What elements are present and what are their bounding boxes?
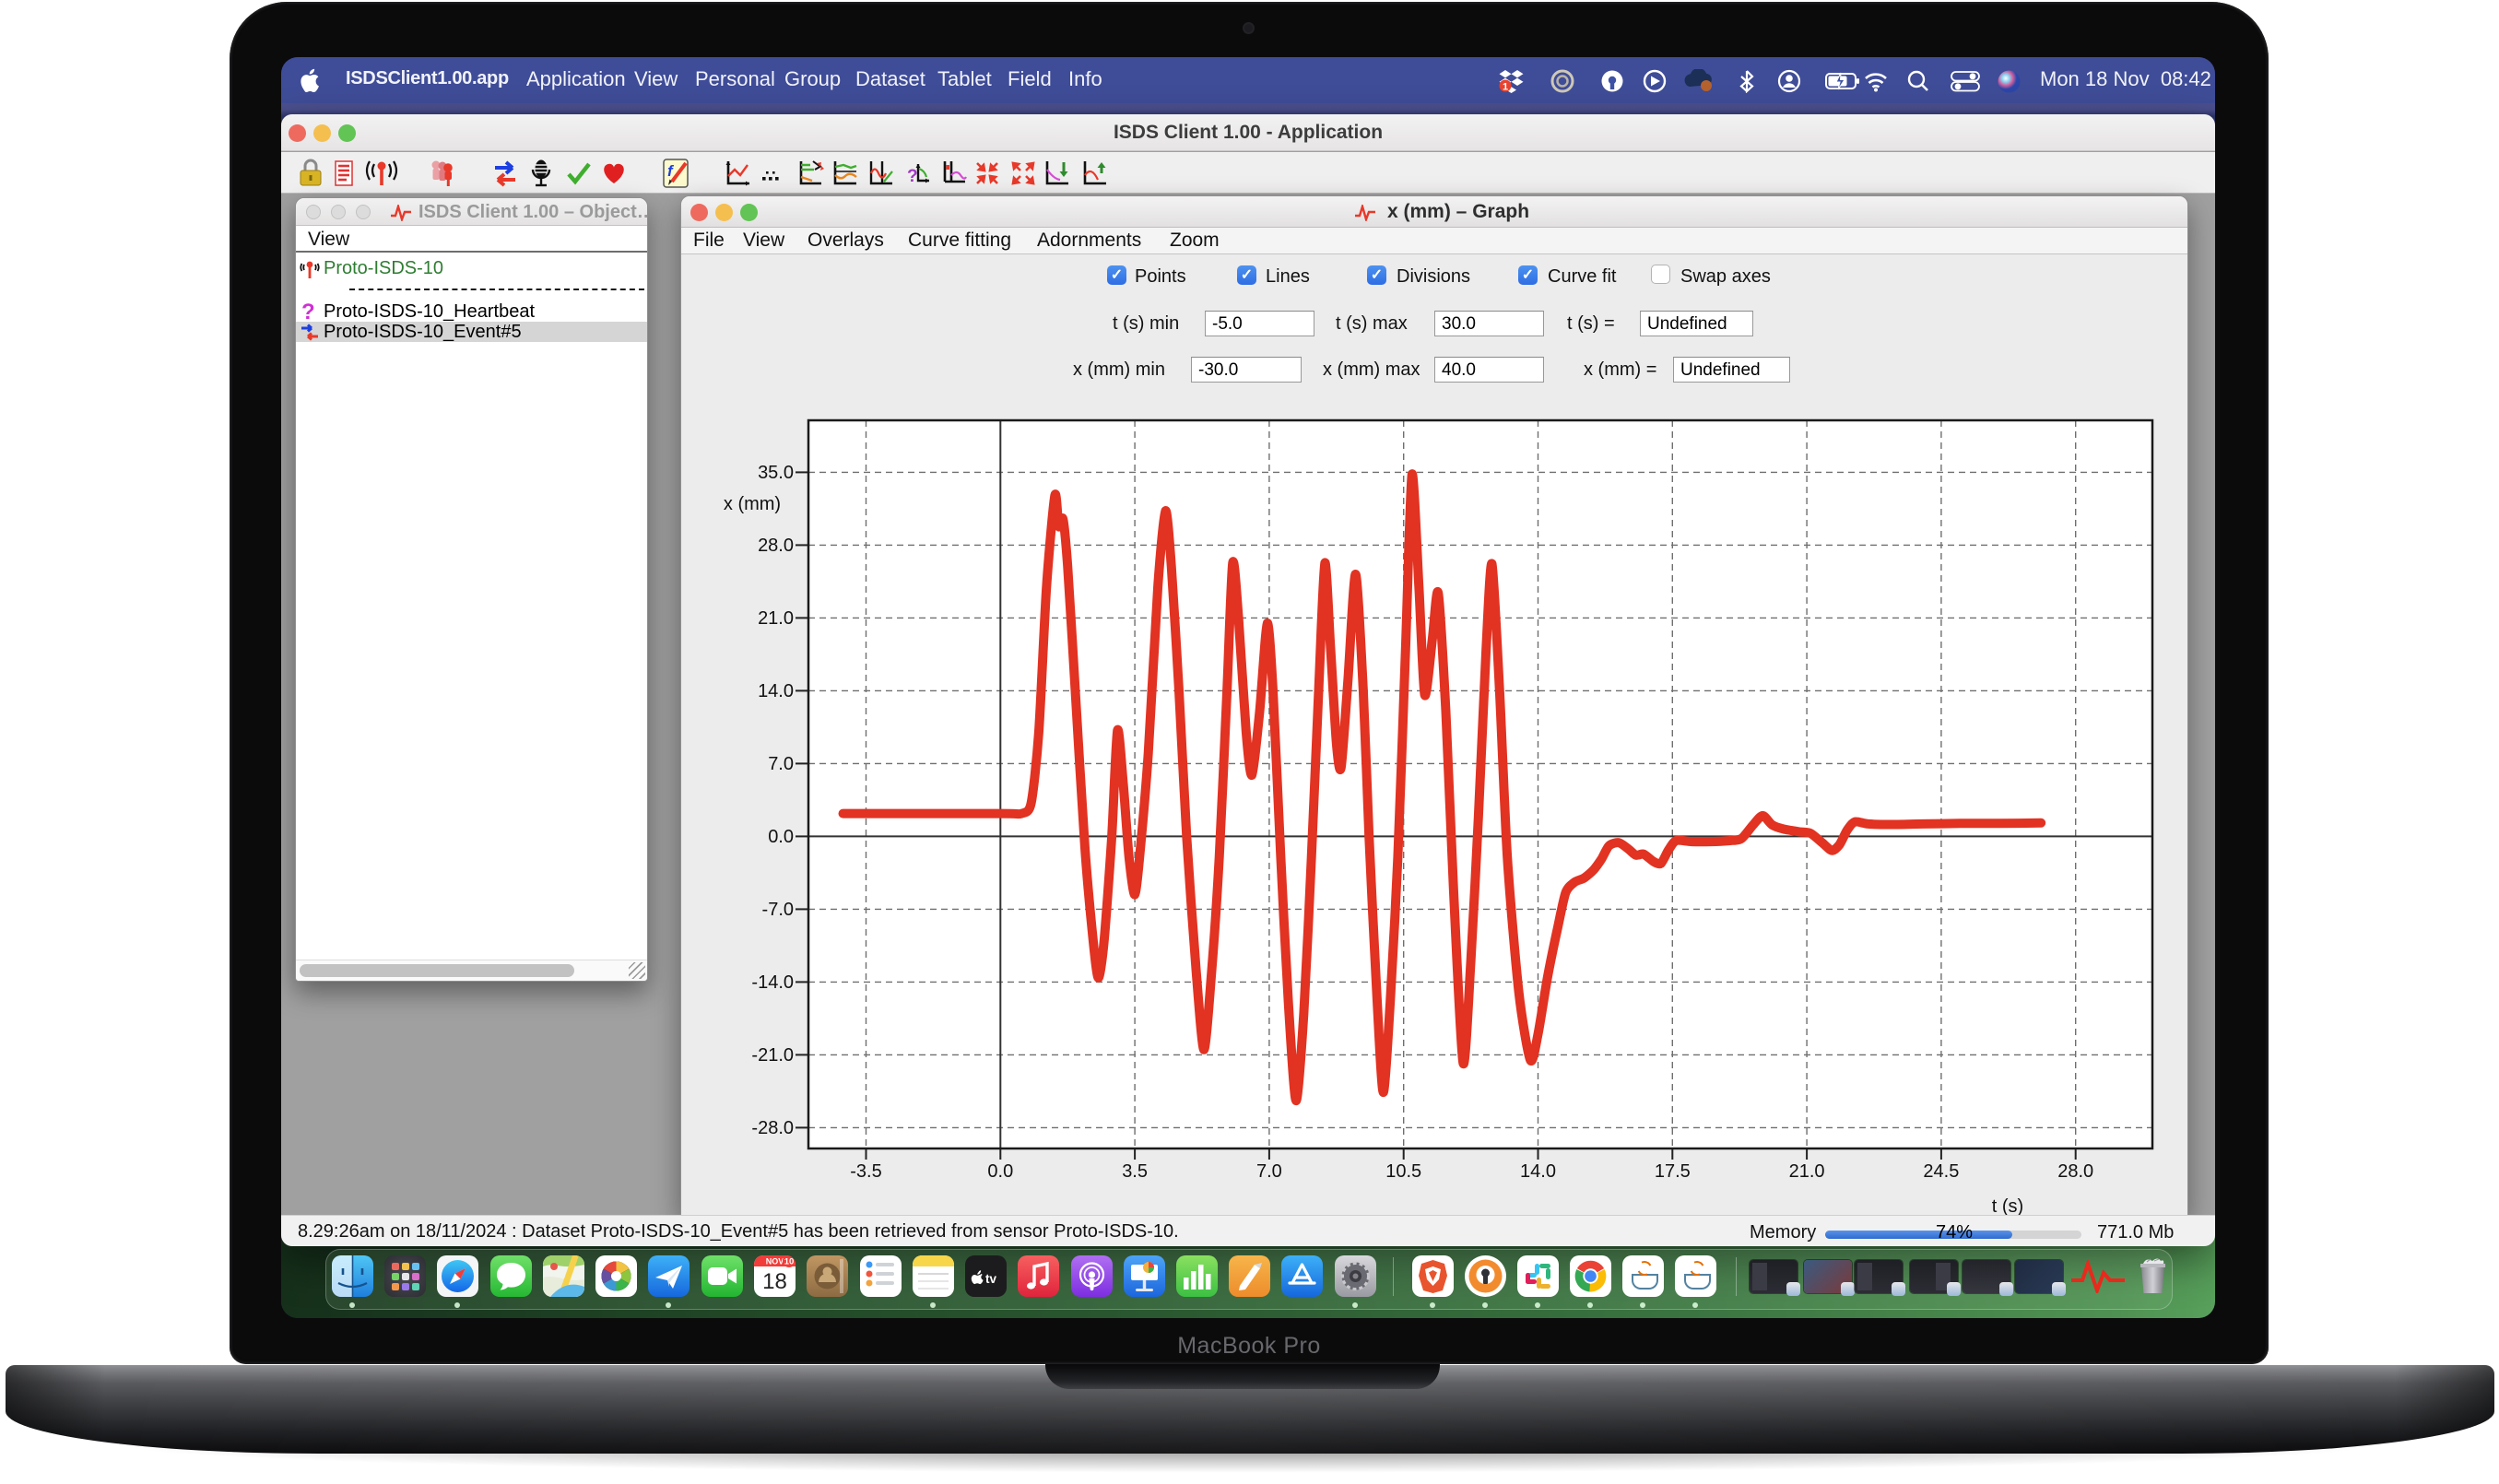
- svg-text:tv: tv: [985, 1272, 996, 1286]
- svg-text:17.5: 17.5: [1655, 1161, 1691, 1182]
- svg-text:1: 1: [1503, 82, 1508, 93]
- svg-text:35.0: 35.0: [758, 463, 794, 483]
- svg-text:21.0: 21.0: [1789, 1161, 1825, 1182]
- svg-text:0.0: 0.0: [987, 1161, 1013, 1182]
- svg-text:10: 10: [784, 1257, 794, 1267]
- svg-text:NOV: NOV: [765, 1257, 784, 1266]
- svg-text:?: ?: [907, 167, 918, 186]
- svg-text:-7.0: -7.0: [762, 900, 794, 920]
- svg-text:28.0: 28.0: [758, 536, 794, 556]
- svg-text:14.0: 14.0: [758, 681, 794, 701]
- svg-text:18: 18: [762, 1269, 787, 1294]
- svg-text:3.5: 3.5: [1122, 1161, 1148, 1182]
- svg-text:-3.5: -3.5: [850, 1161, 881, 1182]
- svg-text:x (mm): x (mm): [724, 494, 781, 514]
- svg-text:t (s): t (s): [1992, 1196, 2023, 1216]
- svg-text:7.0: 7.0: [1256, 1161, 1282, 1182]
- svg-text:14.0: 14.0: [1520, 1161, 1556, 1182]
- svg-text:24.5: 24.5: [1923, 1161, 1959, 1182]
- svg-text:0.0: 0.0: [768, 827, 794, 847]
- svg-text:10.5: 10.5: [1385, 1161, 1421, 1182]
- svg-text:-21.0: -21.0: [751, 1045, 794, 1066]
- svg-text:21.0: 21.0: [758, 608, 794, 629]
- svg-text:28.0: 28.0: [2057, 1161, 2093, 1182]
- svg-text:7.0: 7.0: [768, 754, 794, 774]
- svg-text:-14.0: -14.0: [751, 972, 794, 993]
- svg-text:-28.0: -28.0: [751, 1118, 794, 1138]
